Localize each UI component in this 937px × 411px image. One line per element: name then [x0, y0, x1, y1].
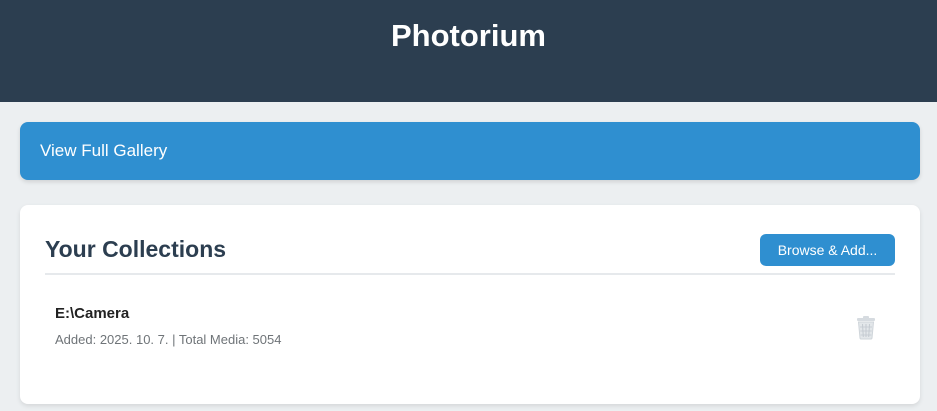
browse-add-button[interactable]: Browse & Add...	[760, 234, 895, 266]
trash-icon[interactable]	[855, 316, 877, 340]
divider	[45, 273, 895, 275]
collections-title: Your Collections	[45, 236, 227, 262]
collection-meta: Added: 2025. 10. 7. | Total Media: 5054	[55, 332, 282, 347]
app-title: Photorium	[391, 18, 546, 53]
collections-card: Your Collections Browse & Add... E:\Came…	[20, 205, 920, 404]
view-full-gallery-label: View Full Gallery	[40, 141, 168, 160]
collection-name: E:\Camera	[55, 305, 130, 322]
view-full-gallery-button[interactable]: View Full Gallery	[20, 122, 920, 180]
app-header: Photorium	[0, 0, 937, 102]
collection-item[interactable]: E:\Camera Added: 2025. 10. 7. | Total Me…	[45, 285, 895, 375]
